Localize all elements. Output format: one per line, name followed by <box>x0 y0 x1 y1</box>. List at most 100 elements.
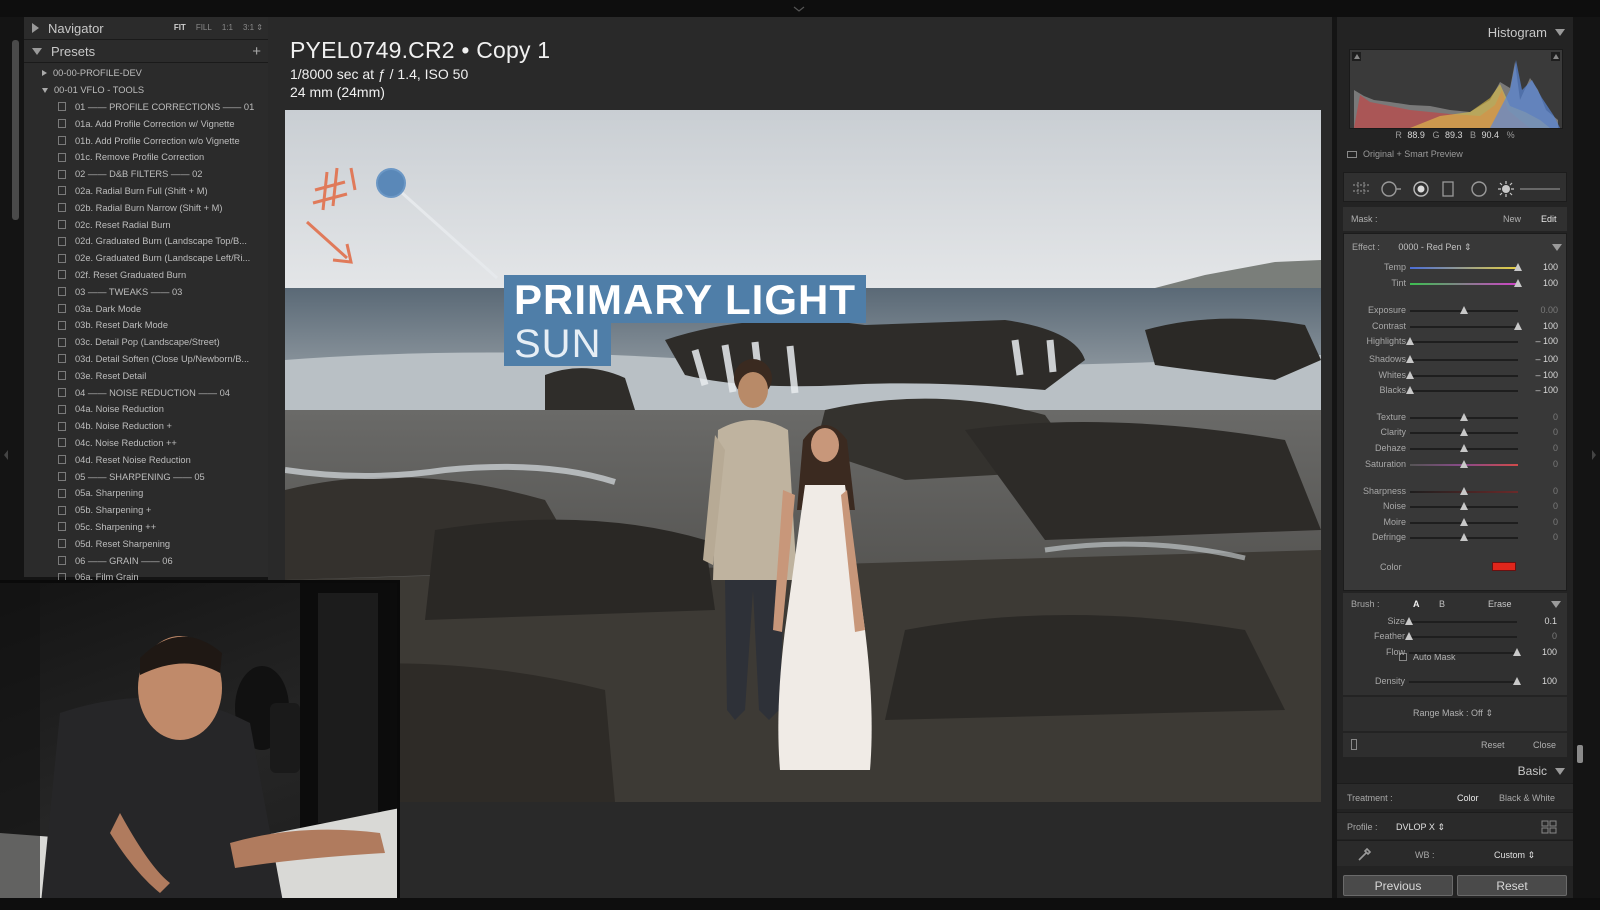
reset-button[interactable]: Reset <box>1457 875 1567 896</box>
slider-value[interactable]: 0 <box>1552 631 1557 641</box>
slider-handle[interactable] <box>1460 428 1468 436</box>
brush-b-button[interactable]: B <box>1439 599 1445 609</box>
navigator-header[interactable]: Navigator FIT FILL 1:1 3:1 ⇕ <box>24 17 269 40</box>
treatment-color-button[interactable]: Color <box>1457 793 1479 803</box>
slider-track[interactable] <box>1410 267 1518 269</box>
left-panel-scrollbar[interactable] <box>12 40 19 220</box>
slider-handle[interactable] <box>1405 617 1413 625</box>
slider-track[interactable] <box>1410 375 1518 377</box>
mask-overlay-toggle-icon[interactable] <box>1351 739 1357 750</box>
preset-item[interactable]: 05b. Sharpening + <box>24 502 269 519</box>
slider-track[interactable] <box>1410 390 1518 392</box>
slider-handle[interactable] <box>1460 502 1468 510</box>
zoom-3-1[interactable]: 3:1 ⇕ <box>243 23 263 32</box>
slider-value[interactable]: – 100 <box>1535 370 1558 380</box>
red-eye-icon[interactable] <box>1412 181 1430 197</box>
preset-item[interactable]: 02f. Reset Graduated Burn <box>24 267 269 284</box>
preset-item[interactable]: 01 —— PROFILE CORRECTIONS —— 01 <box>24 99 269 116</box>
preset-item[interactable]: 04d. Reset Noise Reduction <box>24 451 269 468</box>
previous-button[interactable]: Previous <box>1343 875 1453 896</box>
slider-value[interactable]: – 100 <box>1535 354 1558 364</box>
basic-header[interactable]: Basic <box>1337 759 1573 783</box>
slider-value[interactable]: 0 <box>1553 412 1558 422</box>
slider-value[interactable]: 100 <box>1543 321 1558 331</box>
expand-triangle-icon[interactable] <box>32 47 42 55</box>
slider-value[interactable]: 0.1 <box>1544 616 1557 626</box>
histogram-header[interactable]: Histogram <box>1337 17 1573 47</box>
preset-item[interactable]: 04c. Noise Reduction ++ <box>24 435 269 452</box>
add-preset-icon[interactable]: + <box>252 43 261 60</box>
profile-select[interactable]: DVLOP X ⇕ <box>1396 822 1445 833</box>
slider-track[interactable] <box>1410 326 1518 328</box>
slider-handle[interactable] <box>1514 322 1522 330</box>
zoom-fill[interactable]: FILL <box>196 23 212 32</box>
preset-item[interactable]: 05d. Reset Sharpening <box>24 535 269 552</box>
slider-value[interactable]: 0 <box>1553 501 1558 511</box>
zoom-1-1[interactable]: 1:1 <box>222 23 233 32</box>
slider-value[interactable]: 0 <box>1553 443 1558 453</box>
mask-reset-button[interactable]: Reset <box>1481 740 1505 750</box>
slider-track[interactable] <box>1410 341 1518 343</box>
slider-value[interactable]: 0 <box>1553 532 1558 542</box>
slider-value[interactable]: 100 <box>1543 278 1558 288</box>
preset-item[interactable]: 05a. Sharpening <box>24 485 269 502</box>
collapse-triangle-icon[interactable] <box>1555 28 1565 36</box>
zoom-fit[interactable]: FIT <box>174 23 186 32</box>
preset-item[interactable]: 02b. Radial Burn Narrow (Shift + M) <box>24 199 269 216</box>
collapse-triangle-icon[interactable] <box>32 23 39 33</box>
preset-folder[interactable]: 00-01 VFLO - TOOLS <box>24 82 269 99</box>
top-panel-toggle-bar[interactable] <box>0 0 1600 17</box>
slider-handle[interactable] <box>1460 518 1468 526</box>
preset-item[interactable]: 03e. Reset Detail <box>24 367 269 384</box>
slider-track[interactable] <box>1410 359 1518 361</box>
slider-value[interactable]: 0 <box>1553 459 1558 469</box>
slider-value[interactable]: – 100 <box>1535 385 1558 395</box>
treatment-bw-button[interactable]: Black & White <box>1499 793 1555 803</box>
presets-header[interactable]: Presets + <box>24 40 269 63</box>
effect-preset-select[interactable]: 0000 - Red Pen ⇕ <box>1398 242 1471 252</box>
radial-filter-pin[interactable] <box>376 168 406 198</box>
effect-collapse-icon[interactable] <box>1552 244 1562 251</box>
range-mask-select[interactable]: Range Mask : Off ⇕ <box>1413 708 1493 719</box>
preset-folder[interactable]: 00-00-PROFILE-DEV <box>24 65 269 82</box>
mask-edit-button[interactable]: Edit <box>1541 214 1557 224</box>
slider-handle[interactable] <box>1514 263 1522 271</box>
slider-value[interactable]: 0 <box>1553 486 1558 496</box>
slider-value[interactable]: – 100 <box>1535 336 1558 346</box>
eyedropper-icon[interactable] <box>1357 846 1373 862</box>
slider-handle[interactable] <box>1405 632 1413 640</box>
slider-handle[interactable] <box>1513 677 1521 685</box>
slider-handle[interactable] <box>1460 533 1468 541</box>
slider-handle[interactable] <box>1460 306 1468 314</box>
mask-close-button[interactable]: Close <box>1533 740 1556 750</box>
preset-item[interactable]: 03c. Detail Pop (Landscape/Street) <box>24 334 269 351</box>
preset-item[interactable]: 03b. Reset Dark Mode <box>24 317 269 334</box>
preset-item[interactable]: 02e. Graduated Burn (Landscape Left/Ri..… <box>24 250 269 267</box>
right-panel-scrollbar[interactable] <box>1577 745 1583 763</box>
preset-item[interactable]: 03a. Dark Mode <box>24 300 269 317</box>
preset-item[interactable]: 04b. Noise Reduction + <box>24 418 269 435</box>
adjustment-brush-icon[interactable] <box>1498 181 1562 197</box>
crop-grid-icon[interactable] <box>1352 181 1370 195</box>
preset-item[interactable]: 03 —— TWEAKS —— 03 <box>24 283 269 300</box>
slider-value[interactable]: 0.00 <box>1540 305 1558 315</box>
mask-new-button[interactable]: New <box>1503 214 1521 224</box>
brush-erase-button[interactable]: Erase <box>1488 599 1512 609</box>
slider-value[interactable]: 0 <box>1553 427 1558 437</box>
preset-item[interactable]: 04a. Noise Reduction <box>24 401 269 418</box>
preset-item[interactable]: 04 —— NOISE REDUCTION —— 04 <box>24 384 269 401</box>
left-panel-toggle-icon[interactable] <box>2 448 10 462</box>
collapse-triangle-icon[interactable] <box>1555 767 1565 775</box>
right-panel-toggle-icon[interactable] <box>1590 448 1598 462</box>
brush-a-button[interactable]: A <box>1413 599 1420 609</box>
preset-item[interactable]: 03d. Detail Soften (Close Up/Newborn/B..… <box>24 351 269 368</box>
preset-item[interactable]: 05 —— SHARPENING —— 05 <box>24 468 269 485</box>
histogram-graph[interactable] <box>1349 49 1563 129</box>
wb-select[interactable]: Custom ⇕ <box>1494 850 1535 861</box>
radial-filter-icon[interactable] <box>1470 181 1488 197</box>
preset-item[interactable]: 02 —— D&B FILTERS —— 02 <box>24 166 269 183</box>
preset-item[interactable]: 06 —— GRAIN —— 06 <box>24 552 269 569</box>
slider-handle[interactable] <box>1460 413 1468 421</box>
slider-handle[interactable] <box>1406 337 1414 345</box>
color-swatch[interactable] <box>1492 562 1516 571</box>
